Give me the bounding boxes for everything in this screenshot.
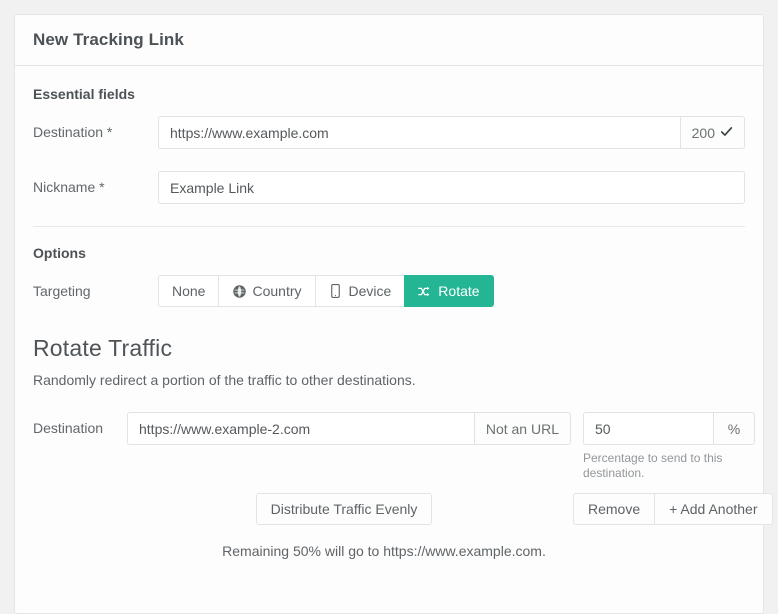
targeting-option-country[interactable]: Country bbox=[218, 275, 315, 307]
targeting-button-group: None Country Device Rotate bbox=[158, 275, 494, 307]
rotate-percentage-wrap: % Percentage to send to this destination… bbox=[583, 412, 755, 481]
nickname-row: Nickname * bbox=[33, 171, 745, 204]
rotate-percentage-help-text: Percentage to send to this destination. bbox=[583, 451, 723, 480]
destination-status-badge: 200 bbox=[679, 116, 745, 149]
nickname-input[interactable] bbox=[158, 171, 745, 204]
destination-row: Destination * 200 bbox=[33, 116, 745, 149]
rotate-actions-row: Distribute Traffic Evenly Remove + Add A… bbox=[33, 493, 773, 525]
check-icon bbox=[720, 125, 733, 141]
rotate-destination-row: Destination Not an URL % Percentage to s… bbox=[33, 412, 755, 481]
targeting-option-device-label: Device bbox=[348, 283, 392, 299]
rotate-percentage-input[interactable] bbox=[583, 412, 713, 445]
destination-label: Destination * bbox=[33, 124, 113, 140]
remove-destination-button[interactable]: Remove bbox=[573, 493, 655, 525]
nickname-input-group bbox=[158, 171, 745, 204]
percent-sign-addon: % bbox=[713, 412, 755, 445]
row-actions-wrap: Remove + Add Another bbox=[573, 493, 773, 525]
card-body: Essential fields Destination * 200 Nickn… bbox=[15, 66, 773, 577]
options-heading: Options bbox=[33, 245, 86, 261]
card-header: New Tracking Link bbox=[15, 15, 763, 66]
rotate-destination-input[interactable] bbox=[127, 412, 474, 445]
shuffle-icon bbox=[418, 284, 432, 298]
destination-input[interactable] bbox=[158, 116, 680, 149]
targeting-row: Targeting None Country Device Rotate bbox=[33, 275, 745, 307]
nickname-label: Nickname * bbox=[33, 179, 105, 195]
targeting-option-country-label: Country bbox=[252, 283, 302, 299]
targeting-option-device[interactable]: Device bbox=[314, 275, 405, 307]
rotate-traffic-subtitle: Randomly redirect a portion of the traff… bbox=[33, 372, 416, 388]
targeting-option-none-label: None bbox=[172, 283, 206, 299]
add-another-destination-button[interactable]: + Add Another bbox=[654, 493, 773, 525]
row-actions-button-pair: Remove + Add Another bbox=[573, 493, 773, 525]
mobile-icon bbox=[329, 284, 343, 298]
targeting-option-none[interactable]: None bbox=[158, 275, 219, 307]
status-code-text: 200 bbox=[691, 124, 715, 141]
targeting-label: Targeting bbox=[33, 283, 91, 299]
rotate-destination-label: Destination bbox=[33, 420, 104, 436]
essential-fields-heading: Essential fields bbox=[33, 86, 135, 102]
distribute-traffic-evenly-button[interactable]: Distribute Traffic Evenly bbox=[255, 493, 433, 525]
distribute-button-wrap: Distribute Traffic Evenly bbox=[33, 493, 573, 525]
section-divider bbox=[33, 226, 745, 227]
remaining-traffic-note: Remaining 50% will go to https://www.exa… bbox=[222, 543, 546, 559]
globe-icon bbox=[232, 284, 246, 298]
rotate-traffic-title: Rotate Traffic bbox=[33, 335, 173, 361]
targeting-option-rotate[interactable]: Rotate bbox=[404, 275, 494, 307]
new-tracking-link-card: New Tracking Link Essential fields Desti… bbox=[14, 14, 773, 614]
destination-input-group: 200 bbox=[158, 116, 745, 149]
rotate-destination-input-group: Not an URL bbox=[127, 412, 571, 445]
page-title: New Tracking Link bbox=[33, 30, 184, 49]
targeting-option-rotate-label: Rotate bbox=[438, 283, 480, 299]
rotate-destination-validation-badge: Not an URL bbox=[473, 412, 571, 445]
rotate-percentage-input-group: % bbox=[583, 412, 755, 445]
